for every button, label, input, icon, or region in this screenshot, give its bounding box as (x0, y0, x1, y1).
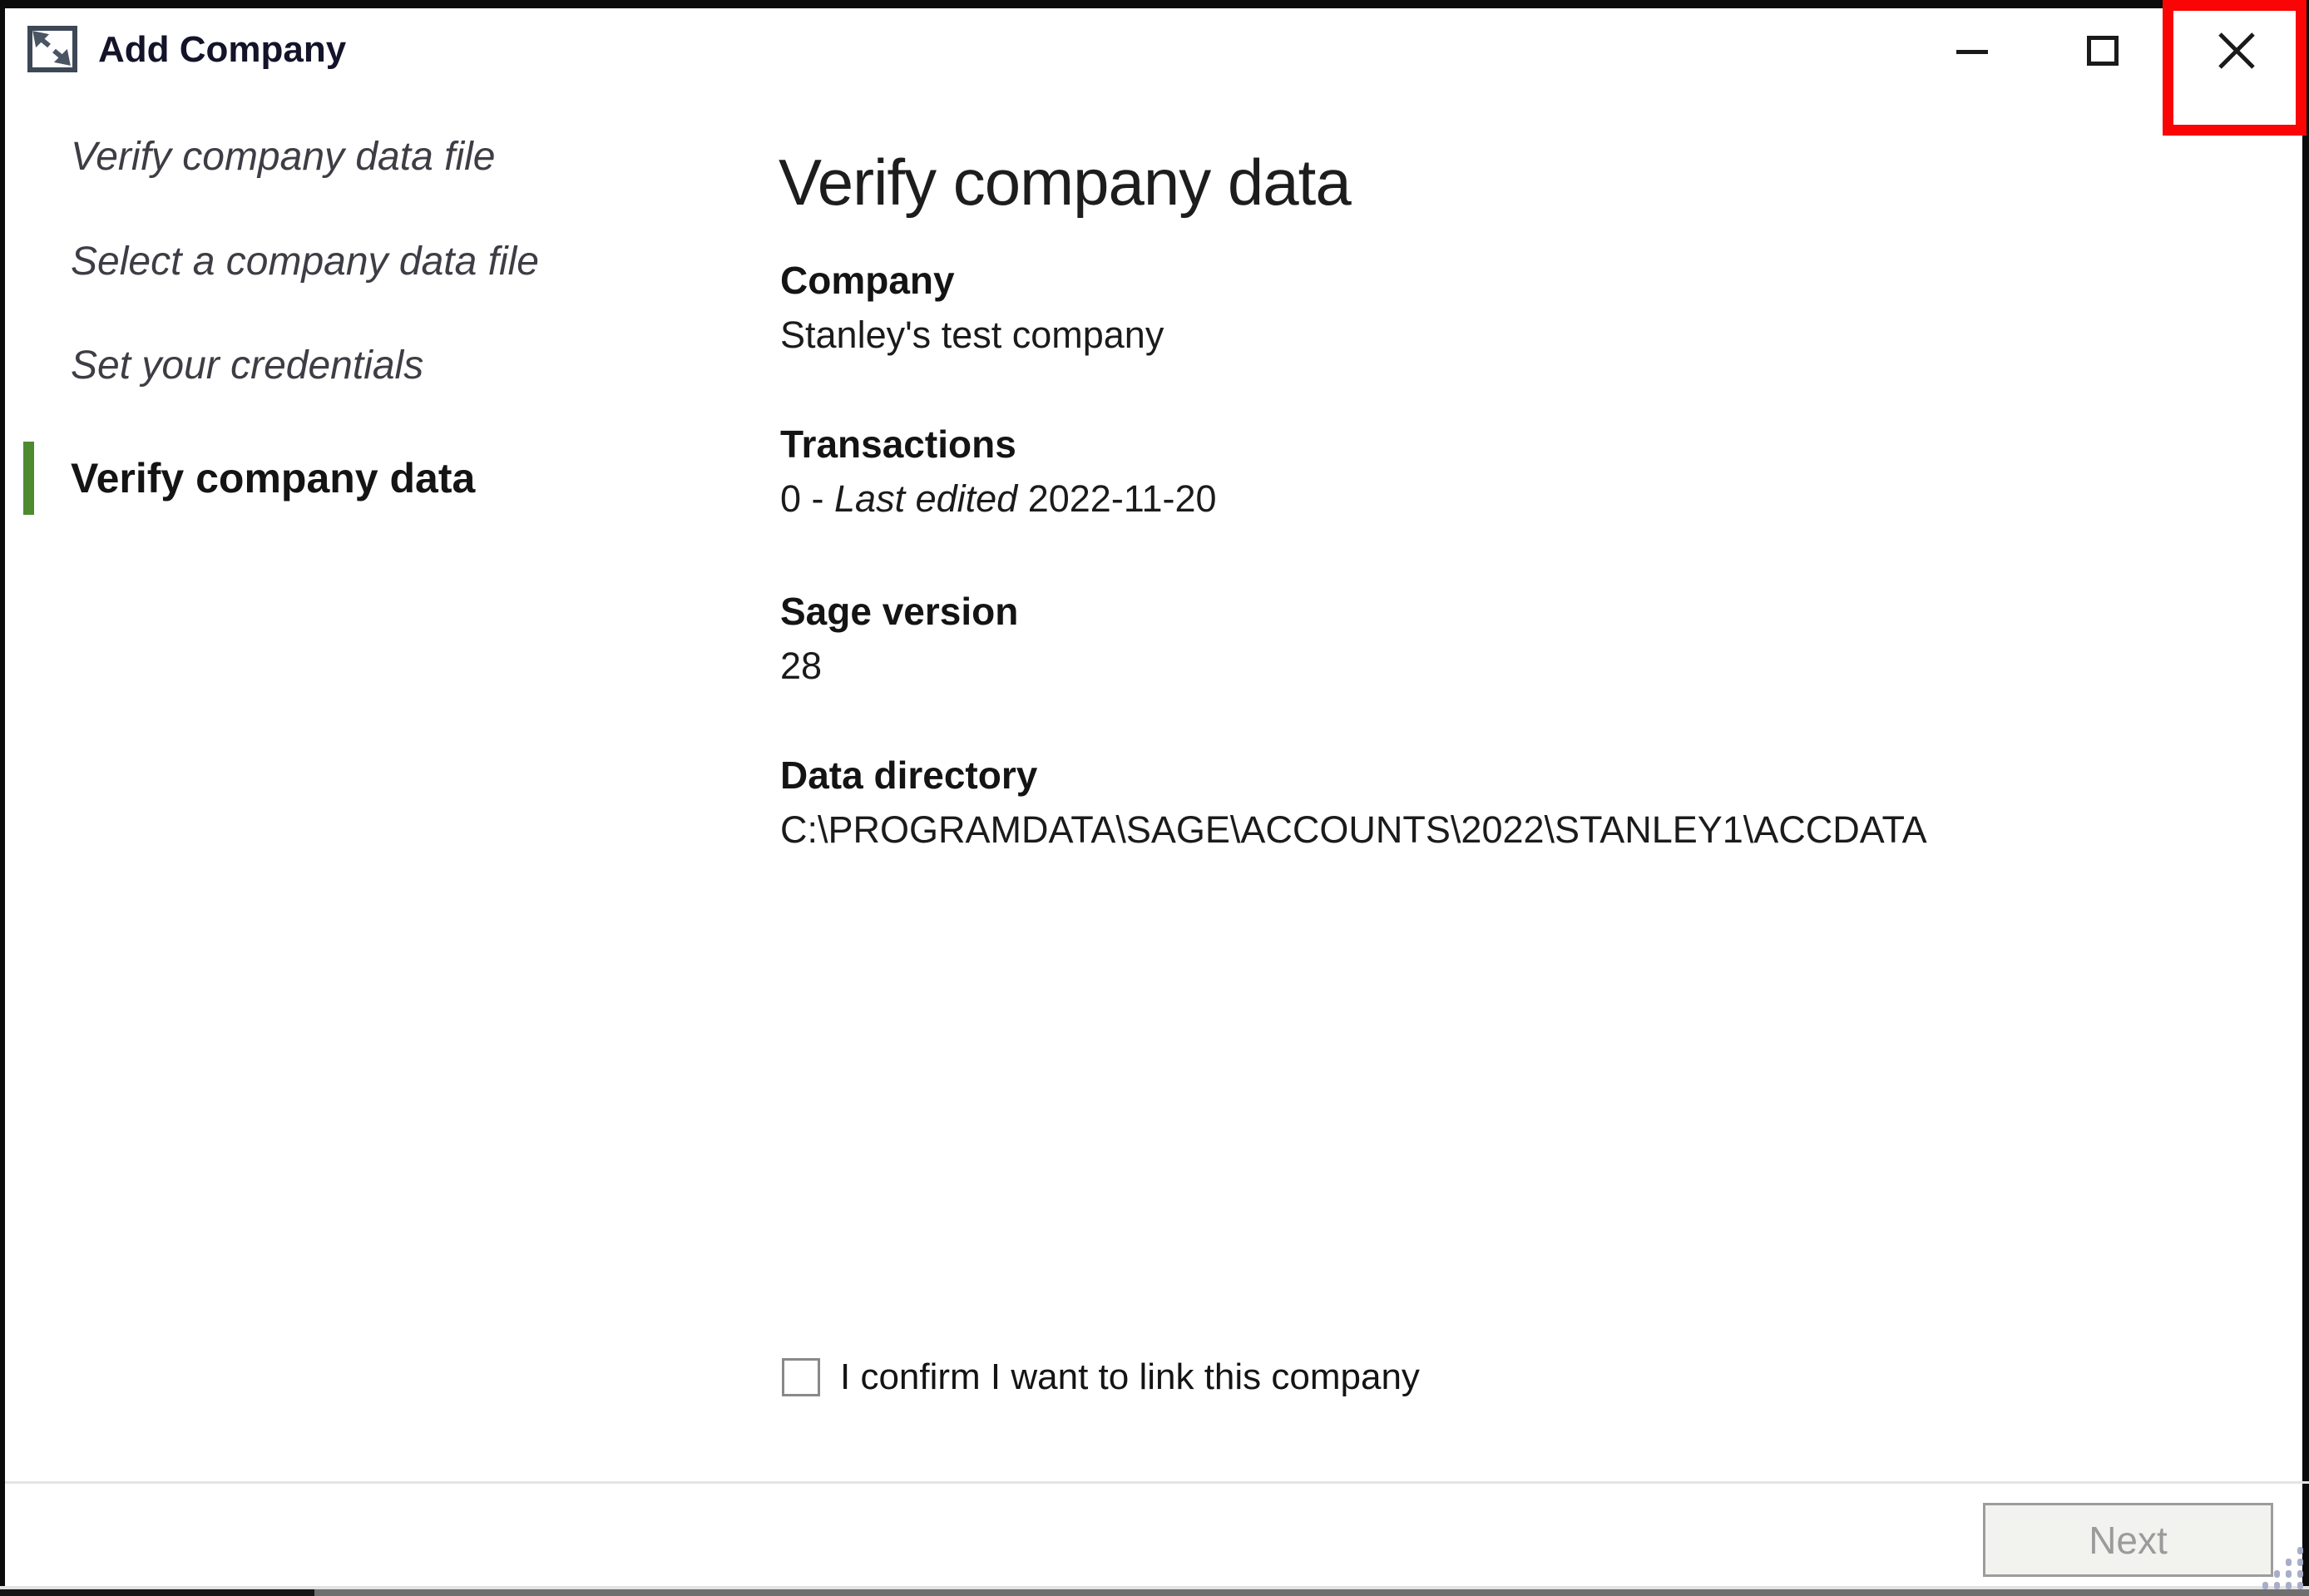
window-border-left (0, 0, 5, 1589)
step-set-your-credentials[interactable]: Set your credentials (71, 340, 423, 392)
window-border-top (0, 0, 2309, 8)
field-transactions: Transactions 0 - Last edited 2022-11-20 (780, 419, 1217, 526)
field-label: Company (780, 255, 1164, 305)
field-label: Transactions (780, 419, 1217, 469)
page-title: Verify company data (779, 145, 1351, 220)
maximize-icon (2087, 36, 2119, 66)
maximize-button[interactable] (2081, 32, 2124, 70)
field-value: 0 - Last edited 2022-11-20 (780, 472, 1217, 526)
add-company-dialog: Add Company Verify company data file Sel… (0, 0, 2309, 1596)
window-border-bottom-dark-segment (0, 1589, 314, 1596)
field-label: Sage version (780, 586, 1018, 636)
field-company: Company Stanley's test company (780, 255, 1164, 362)
field-data-directory: Data directory C:\PROGRAMDATA\SAGE\ACCOU… (780, 750, 1927, 857)
step-select-a-company-data-file[interactable]: Select a company data file (71, 236, 539, 288)
resize-grip[interactable] (2259, 1545, 2306, 1590)
field-sage-version: Sage version 28 (780, 586, 1018, 693)
window-border-bottom-gray-segment (314, 1589, 2309, 1596)
step-label: Verify company data file (71, 135, 495, 179)
step-label: Set your credentials (71, 343, 423, 388)
step-label: Verify company data (71, 452, 475, 504)
confirm-checkbox[interactable] (782, 1358, 820, 1396)
window-border-right (2302, 0, 2309, 1589)
next-button[interactable]: Next (1983, 1503, 2273, 1577)
minimize-icon (1956, 50, 1988, 54)
close-icon (2216, 30, 2257, 72)
field-label: Data directory (780, 750, 1927, 800)
minimize-button[interactable] (1951, 32, 1994, 70)
field-value: Stanley's test company (780, 309, 1164, 362)
step-label: Select a company data file (71, 240, 539, 284)
step-verify-company-data-active[interactable]: Verify company data (23, 442, 475, 515)
step-verify-company-data-file[interactable]: Verify company data file (71, 131, 495, 183)
link-arrows-icon (27, 26, 77, 72)
confirm-checkbox-label: I confirm I want to link this company (840, 1356, 1420, 1398)
window-title: Add Company (98, 28, 346, 72)
close-button[interactable] (2216, 30, 2257, 72)
field-value: C:\PROGRAMDATA\SAGE\ACCOUNTS\2022\STANLE… (780, 803, 1927, 857)
field-value: 28 (780, 640, 1018, 693)
footer-divider (5, 1481, 2309, 1484)
confirm-link-company-row[interactable]: I confirm I want to link this company (782, 1356, 1420, 1399)
